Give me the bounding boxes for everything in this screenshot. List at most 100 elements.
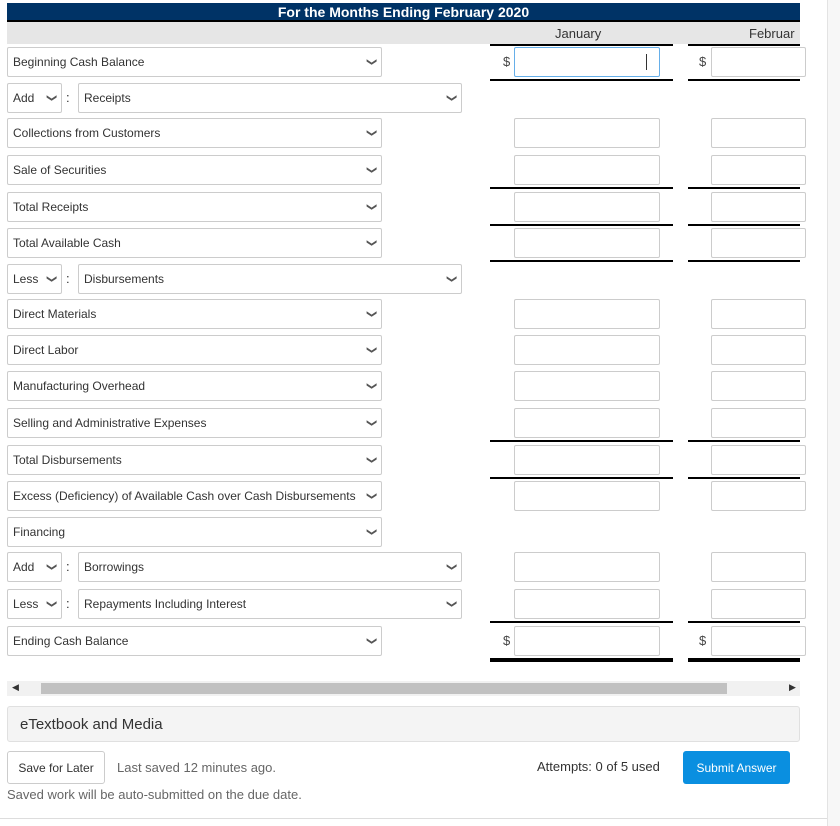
etextbook-media-panel[interactable]: eTextbook and Media (7, 706, 800, 742)
select-value: Manufacturing Overhead (13, 379, 146, 393)
currency-symbol: $ (503, 632, 511, 648)
rule-line (490, 621, 673, 623)
amount-input-january[interactable] (514, 552, 660, 582)
amount-input-february[interactable] (711, 371, 806, 401)
scroll-right-icon[interactable]: ▶ (789, 682, 796, 693)
chevron-down-icon: ❯ (45, 93, 57, 102)
chevron-down-icon: ❯ (365, 238, 377, 248)
amount-input-january[interactable] (514, 481, 660, 511)
select-value: Total Receipts (13, 199, 89, 214)
amount-input-january[interactable] (514, 191, 660, 222)
account-select[interactable]: Selling and Administrative Expenses ❯ (7, 407, 382, 438)
select-value: Borrowings (84, 560, 145, 574)
amount-input-february[interactable] (711, 299, 806, 329)
amount-input-january[interactable] (514, 444, 660, 475)
amount-input-february[interactable] (711, 154, 806, 185)
select-value: Beginning Cash Balance (13, 55, 145, 69)
chevron-down-icon: ❯ (365, 345, 377, 355)
amount-input-january[interactable] (514, 625, 660, 656)
amount-input-january[interactable] (514, 588, 660, 619)
chevron-down-icon: ❯ (365, 418, 377, 427)
category-select[interactable]: Disbursements ❯ (78, 263, 462, 294)
account-select[interactable]: Manufacturing Overhead ❯ (7, 371, 382, 401)
rule-line (688, 621, 800, 623)
scrollbar-thumb[interactable] (41, 683, 727, 694)
account-select[interactable]: Sale of Securities ❯ (7, 154, 382, 185)
select-value: Selling and Administrative Expenses (13, 415, 207, 430)
account-select[interactable]: Excess (Deficiency) of Available Cash ov… (7, 481, 382, 511)
category-select[interactable]: Borrowings ❯ (78, 552, 462, 582)
select-value: Add (13, 90, 35, 105)
amount-input-february[interactable] (711, 191, 806, 222)
amount-input-january[interactable] (514, 335, 660, 365)
chevron-down-icon: ❯ (365, 165, 377, 174)
amount-input-january[interactable] (514, 299, 660, 329)
table-title: For the Months Ending February 2020 (7, 3, 800, 22)
colon-separator: : (66, 89, 70, 105)
account-select[interactable]: Total Available Cash ❯ (7, 228, 382, 258)
amount-input-february[interactable] (711, 228, 806, 258)
chevron-down-icon: ❯ (445, 274, 457, 283)
select-value: Ending Cash Balance (13, 633, 129, 648)
amount-input-february[interactable] (711, 118, 806, 148)
rule-line (490, 79, 673, 81)
rule-line (688, 224, 800, 226)
amount-input-january[interactable] (514, 154, 660, 185)
column-header-january: January (555, 26, 602, 41)
amount-input-february[interactable] (711, 47, 806, 77)
account-select[interactable]: Total Disbursements ❯ (7, 444, 382, 475)
amount-input-february[interactable] (711, 335, 806, 365)
account-select[interactable]: Financing ❯ (7, 516, 382, 547)
select-value: Less (13, 271, 39, 286)
category-select[interactable]: Receipts ❯ (78, 82, 462, 113)
currency-symbol: $ (503, 54, 511, 69)
rule-line (688, 187, 800, 189)
amount-input-january[interactable] (514, 47, 660, 77)
amount-input-january[interactable] (514, 118, 660, 148)
submit-answer-button[interactable]: Submit Answer (683, 751, 790, 784)
chevron-down-icon: ❯ (365, 381, 377, 391)
amount-input-january[interactable] (514, 407, 660, 438)
amount-input-february[interactable] (711, 444, 806, 475)
amount-input-february[interactable] (711, 588, 806, 619)
select-value: Less (13, 596, 39, 611)
page-scrollbar[interactable] (827, 0, 840, 826)
operator-select[interactable]: Less ❯ (7, 263, 62, 294)
account-select[interactable]: Beginning Cash Balance ❯ (7, 47, 382, 77)
save-for-later-button[interactable]: Save for Later (7, 751, 105, 784)
select-value: Disbursements (84, 271, 165, 286)
rule-line (688, 79, 800, 81)
select-value: Financing (13, 524, 66, 539)
auto-submit-note: Saved work will be auto-submitted on the… (7, 787, 302, 802)
rule-line (688, 260, 800, 262)
chevron-down-icon: ❯ (365, 202, 377, 211)
chevron-down-icon: ❯ (445, 599, 457, 608)
account-select[interactable]: Ending Cash Balance ❯ (7, 625, 382, 656)
account-select[interactable]: Direct Materials ❯ (7, 299, 382, 329)
account-select[interactable]: Direct Labor ❯ (7, 335, 382, 365)
horizontal-scrollbar[interactable]: ◀ ▶ (7, 681, 800, 696)
amount-input-february[interactable] (711, 625, 806, 656)
column-header-row: January Februar (7, 22, 800, 44)
operator-select[interactable]: Add ❯ (7, 552, 62, 582)
operator-select[interactable]: Less ❯ (7, 588, 62, 619)
scroll-left-icon[interactable]: ◀ (12, 682, 19, 693)
question-card: For the Months Ending February 2020 Janu… (0, 0, 827, 819)
amount-input-february[interactable] (711, 407, 806, 438)
select-value: Collections from Customers (13, 126, 161, 140)
rule-line (490, 224, 673, 226)
chevron-down-icon: ❯ (365, 57, 377, 67)
account-select[interactable]: Collections from Customers ❯ (7, 118, 382, 148)
currency-symbol: $ (699, 54, 707, 69)
select-value: Total Disbursements (13, 452, 122, 467)
amount-input-february[interactable] (711, 552, 806, 582)
amount-input-january[interactable] (514, 371, 660, 401)
operator-select[interactable]: Add ❯ (7, 82, 62, 113)
account-select[interactable]: Total Receipts ❯ (7, 191, 382, 222)
rule-line (688, 477, 800, 479)
colon-separator: : (66, 559, 70, 574)
amount-input-february[interactable] (711, 481, 806, 511)
category-select[interactable]: Repayments Including Interest ❯ (78, 588, 462, 619)
amount-input-january[interactable] (514, 228, 660, 258)
colon-separator: : (66, 270, 70, 286)
